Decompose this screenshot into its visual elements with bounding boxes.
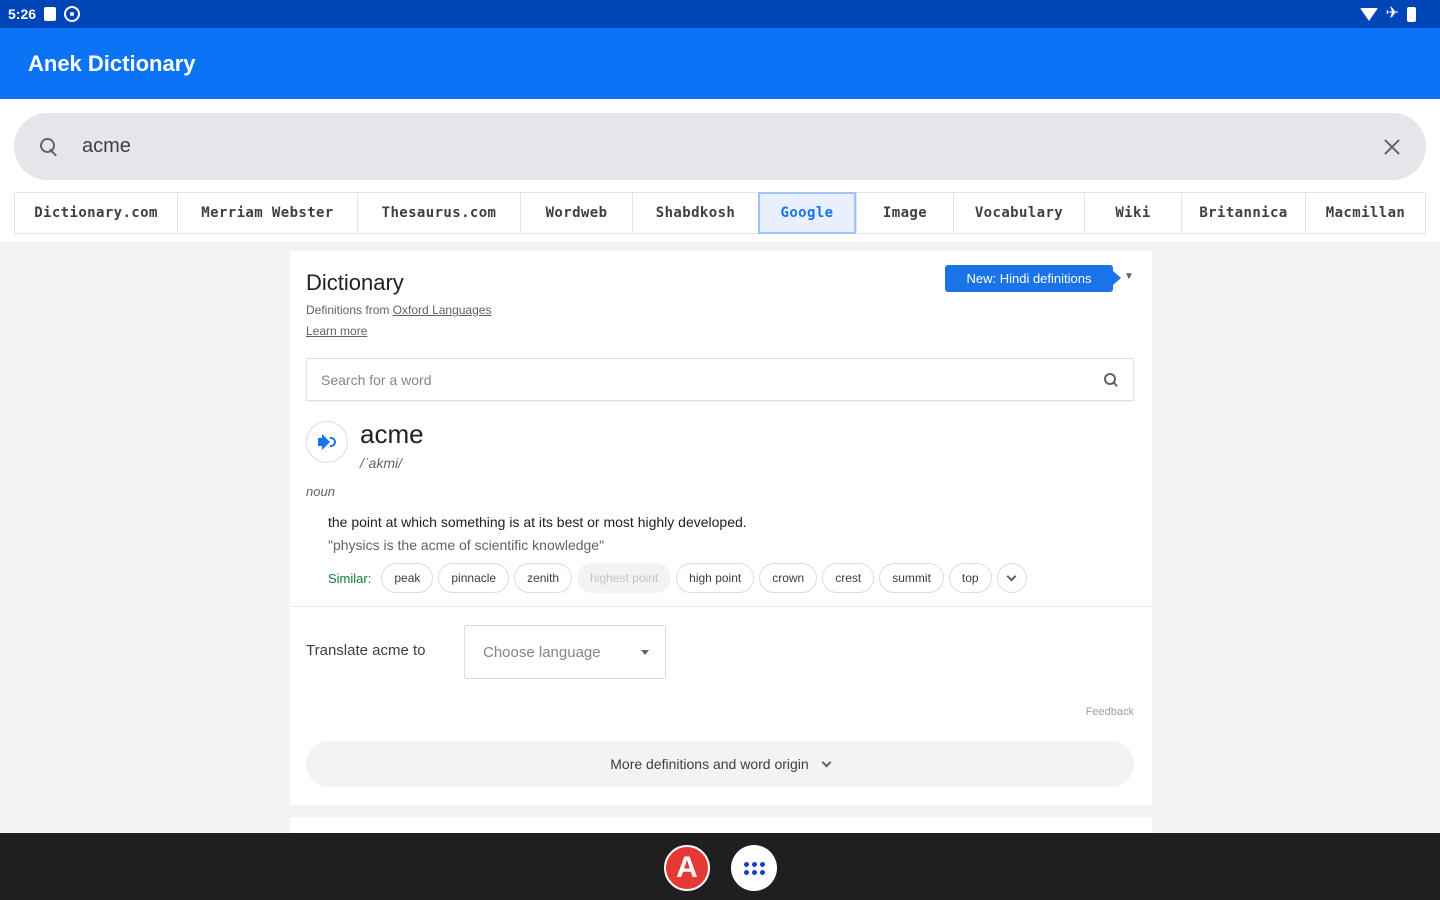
similar-label: Similar: — [328, 570, 372, 586]
definition-text: the point at which something is at its b… — [328, 514, 747, 530]
taskbar — [0, 833, 1440, 900]
chevron-down-icon — [1006, 571, 1017, 582]
example-text: "physics is the acme of scientific knowl… — [328, 537, 605, 553]
more-definitions-label: More definitions and word origin — [610, 756, 809, 772]
synonym-chip[interactable]: zenith — [514, 563, 573, 593]
status-time: 5:26 — [8, 6, 37, 22]
synonym-chip[interactable]: high point — [676, 563, 755, 593]
tab-wiki[interactable]: Wiki — [1084, 192, 1181, 234]
dropdown-arrow-icon — [641, 649, 649, 655]
anek-app-icon[interactable]: A — [664, 845, 710, 891]
pronunciation-button[interactable] — [306, 421, 348, 463]
app-bar: Anek Dictionary — [0, 28, 1440, 99]
speaker-icon — [318, 438, 324, 446]
synonym-chip[interactable]: top — [948, 563, 992, 593]
search-input[interactable]: acme — [82, 135, 1382, 158]
word-search-box[interactable] — [306, 358, 1134, 401]
sync-icon — [64, 6, 81, 22]
source-tabs: Dictionary.com Merriam Webster Thesaurus… — [14, 192, 1426, 234]
app-drawer-icon[interactable] — [731, 845, 777, 891]
language-select[interactable]: Choose language — [464, 625, 666, 679]
sd-card-icon — [44, 7, 57, 21]
search-icon[interactable] — [38, 136, 60, 158]
divider — [290, 606, 1152, 607]
translate-label: Translate acme to — [306, 642, 426, 659]
battery-icon — [1407, 6, 1416, 22]
definitions-source: Definitions from Oxford Languages — [306, 303, 491, 317]
expand-synonyms-button[interactable] — [996, 563, 1027, 593]
headword: acme — [360, 419, 424, 449]
tab-macmillan[interactable]: Macmillan — [1305, 192, 1426, 234]
tab-merriam-webster[interactable]: Merriam Webster — [177, 192, 357, 234]
oxford-languages-link[interactable]: Oxford Languages — [393, 303, 492, 317]
dictionary-card: Dictionary Definitions from Oxford Langu… — [290, 251, 1152, 805]
word-search-input[interactable] — [321, 371, 1103, 388]
learn-more-link[interactable]: Learn more — [306, 324, 367, 338]
tab-image[interactable]: Image — [856, 192, 953, 234]
synonym-chip[interactable]: pinnacle — [438, 563, 510, 593]
chevron-down-icon — [821, 757, 832, 768]
wifi-icon — [1359, 7, 1378, 21]
similar-words: Similar: peak pinnacle zenith highest po… — [328, 563, 1027, 593]
search-bar[interactable]: acme — [14, 113, 1426, 180]
tab-britannica[interactable]: Britannica — [1181, 192, 1305, 234]
synonym-chip[interactable]: crown — [759, 563, 818, 593]
clear-icon[interactable] — [1382, 137, 1402, 157]
status-bar: 5:26 ✈ — [0, 0, 1440, 28]
tab-shabdkosh[interactable]: Shabdkosh — [632, 192, 758, 234]
search-icon[interactable] — [1103, 372, 1119, 388]
synonym-chip[interactable]: peak — [381, 563, 434, 593]
tab-dictionary-com[interactable]: Dictionary.com — [14, 192, 177, 234]
tab-vocabulary[interactable]: Vocabulary — [953, 192, 1084, 234]
more-definitions-button[interactable]: More definitions and word origin — [306, 741, 1134, 787]
language-select-value: Choose language — [483, 643, 601, 661]
definitions-prefix: Definitions from — [306, 303, 390, 317]
app-title: Anek Dictionary — [28, 50, 196, 76]
tab-thesaurus-com[interactable]: Thesaurus.com — [357, 192, 520, 234]
phonetic: /ˈakmi/ — [360, 455, 402, 471]
airplane-icon: ✈ — [1385, 5, 1399, 22]
part-of-speech: noun — [306, 484, 335, 499]
feedback-link[interactable]: Feedback — [1086, 706, 1134, 718]
card-title: Dictionary — [306, 270, 404, 295]
hindi-definitions-button[interactable]: New: Hindi definitions — [945, 265, 1121, 292]
synonym-chip[interactable]: summit — [879, 563, 944, 593]
synonym-chip[interactable]: highest point — [577, 563, 672, 593]
caret-down-icon[interactable]: ▼ — [1124, 271, 1134, 282]
tab-wordweb[interactable]: Wordweb — [520, 192, 632, 234]
tab-google[interactable]: Google — [758, 192, 856, 234]
synonym-chip[interactable]: crest — [822, 563, 875, 593]
